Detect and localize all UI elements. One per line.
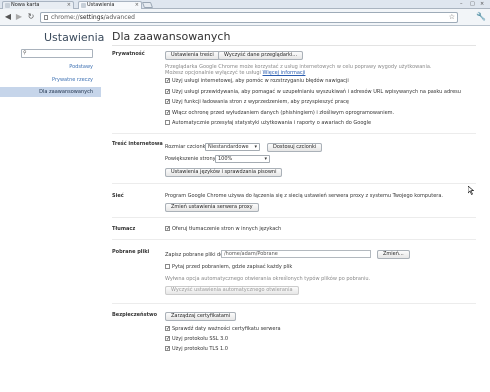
section-web-content-label: Treść internetowa: [112, 141, 163, 147]
privacy-info-text: Możesz opcjonalnie wyłączyć te usługi: [165, 70, 261, 76]
use-ssl3-label: Użyj protokołu SSL 3.0: [172, 336, 229, 342]
auto-open-note: Wyłwna opcja automatycznego otwierania o…: [165, 276, 371, 282]
tab-label: Ustawienia: [87, 2, 115, 8]
content-settings-button[interactable]: Ustawienia treści: [165, 51, 220, 60]
ask-before-download-label: Pytaj przed pobraniem, gdzie zapisać każ…: [172, 264, 293, 270]
privacy-option-label: Użyj usługi przewidywania, aby pomagać w…: [172, 89, 461, 95]
section-security-label: Bezpieczeństwo: [112, 312, 158, 318]
section-translate-label: Tłumacz: [112, 226, 136, 232]
check-cert-revocation-label: Sprawdź daty ważności certyfikatu serwer…: [172, 326, 281, 332]
learn-more-link[interactable]: Więcej informacji: [263, 70, 306, 76]
privacy-option-label: Użyj usługi internetowej, aby pomóc w ro…: [172, 78, 349, 84]
wrench-menu-icon[interactable]: 🔧: [476, 12, 486, 22]
url-scheme: chrome://: [51, 14, 80, 21]
page-zoom-select[interactable]: 100% ▾: [215, 155, 270, 163]
customize-fonts-button[interactable]: Dostosuj czcionki: [267, 143, 323, 152]
privacy-option-checkbox[interactable]: [165, 120, 170, 125]
section-divider: [112, 239, 476, 240]
close-window-icon[interactable]: ×: [480, 1, 484, 7]
font-size-label: Rozmiar czcionki:: [165, 144, 209, 150]
network-description: Program Google Chrome używa do łączenia …: [165, 193, 444, 199]
new-tab-button[interactable]: [141, 2, 154, 8]
use-ssl3-checkbox[interactable]: ✓: [165, 336, 170, 342]
section-network-label: Sieć: [112, 193, 124, 199]
privacy-info-line2: Możesz opcjonalnie wyłączyć te usługi Wi…: [165, 70, 305, 76]
offer-translate-checkbox[interactable]: ✓: [165, 226, 170, 232]
page-zoom-value: 100%: [218, 156, 233, 162]
settings-sidebar: Ustawienia ⚲ Podstawy Prywatne rzeczy Dl…: [0, 27, 105, 392]
offer-translate-label: Oferuj tłumaczenie stron w innych języka…: [172, 226, 282, 232]
font-size-value: Niestandardowe: [208, 144, 249, 150]
use-tls1-checkbox[interactable]: ✓: [165, 346, 170, 352]
change-download-location-button[interactable]: Zmień...: [377, 250, 410, 259]
section-downloads-label: Pobrane pliki: [112, 249, 150, 255]
page-icon: [44, 15, 48, 20]
back-icon[interactable]: ◀: [3, 12, 13, 22]
section-divider: [112, 133, 476, 134]
chevron-down-icon: ▾: [254, 144, 257, 150]
forward-icon[interactable]: ▶: [14, 12, 24, 22]
search-icon: ⚲: [23, 50, 27, 56]
url-path: /advanced: [103, 14, 135, 21]
sidebar-item-personal[interactable]: Prywatne rzeczy: [52, 77, 93, 83]
reset-auto-open-button[interactable]: Wyczyść ustawienia automatycznego otwier…: [165, 286, 299, 295]
tab-settings[interactable]: Ustawienia ×: [78, 1, 142, 9]
url-host: settings: [79, 14, 104, 21]
wrench-favicon-icon: [81, 3, 86, 8]
privacy-option-checkbox[interactable]: ✓: [165, 78, 170, 84]
page-zoom-label: Powiększenie strony:: [165, 156, 217, 162]
title-divider: [112, 45, 476, 46]
tab-new-tab[interactable]: Nowa karta ×: [2, 1, 74, 9]
change-proxy-button[interactable]: Zmień ustawienia serwera proxy: [165, 203, 259, 212]
minimize-icon[interactable]: –: [460, 1, 463, 7]
font-size-select[interactable]: Niestandardowe ▾: [205, 143, 260, 151]
clear-browsing-data-button[interactable]: Wyczyść dane przeglądarki...: [218, 51, 304, 60]
address-bar[interactable]: chrome://settings/advanced ☆: [40, 12, 458, 23]
sidebar-item-advanced[interactable]: Dla zaawansowanych: [0, 87, 101, 97]
download-location-label: Zapisz pobrane pliki do:: [165, 252, 225, 258]
tab-favicon-icon: [5, 3, 10, 8]
manage-certificates-button[interactable]: Zarządzaj certyfikatami: [165, 312, 237, 321]
section-privacy-label: Prywatność: [112, 51, 145, 57]
close-tab-icon[interactable]: ×: [135, 2, 139, 9]
tab-strip: Nowa karta × Ustawienia × – □ ×: [0, 0, 490, 9]
section-divider: [112, 183, 476, 184]
section-divider: [112, 217, 476, 218]
privacy-option-label: Automatycznie przesyłaj statystyki użytk…: [172, 120, 372, 126]
sidebar-item-basics[interactable]: Podstawy: [69, 64, 93, 70]
privacy-option-label: Użyj funkcji ładowania stron z wyprzedze…: [172, 99, 349, 105]
page-title: Dla zaawansowanych: [112, 30, 231, 43]
bookmark-star-icon[interactable]: ☆: [449, 13, 455, 22]
download-location-field[interactable]: /home/adam/Pobrane: [221, 250, 371, 258]
sidebar-title: Ustawienia: [44, 31, 105, 44]
privacy-option-checkbox[interactable]: ✓: [165, 110, 170, 116]
close-tab-icon[interactable]: ×: [67, 2, 71, 9]
check-cert-revocation-checkbox[interactable]: ✓: [165, 326, 170, 332]
browser-toolbar: ◀ ▶ ↻ chrome://settings/advanced ☆ 🔧: [0, 9, 490, 26]
section-divider: [112, 303, 476, 304]
settings-main: Dla zaawansowanych Prywatność Ustawienia…: [101, 27, 490, 392]
languages-spellcheck-button[interactable]: Ustawienia języków i sprawdzania pisowni: [165, 168, 283, 177]
maximize-icon[interactable]: □: [470, 1, 475, 7]
settings-search-input[interactable]: ⚲: [21, 49, 93, 58]
ask-before-download-checkbox[interactable]: [165, 264, 170, 269]
tab-label: Nowa karta: [11, 2, 40, 8]
privacy-option-checkbox[interactable]: ✓: [165, 89, 170, 95]
privacy-option-label: Włącz ochronę przed wyłudzaniem danych (…: [172, 110, 395, 116]
use-tls1-label: Użyj protokołu TLS 1.0: [172, 346, 228, 352]
chevron-down-icon: ▾: [264, 156, 267, 162]
privacy-option-checkbox[interactable]: ✓: [165, 99, 170, 105]
reload-icon[interactable]: ↻: [26, 12, 36, 22]
